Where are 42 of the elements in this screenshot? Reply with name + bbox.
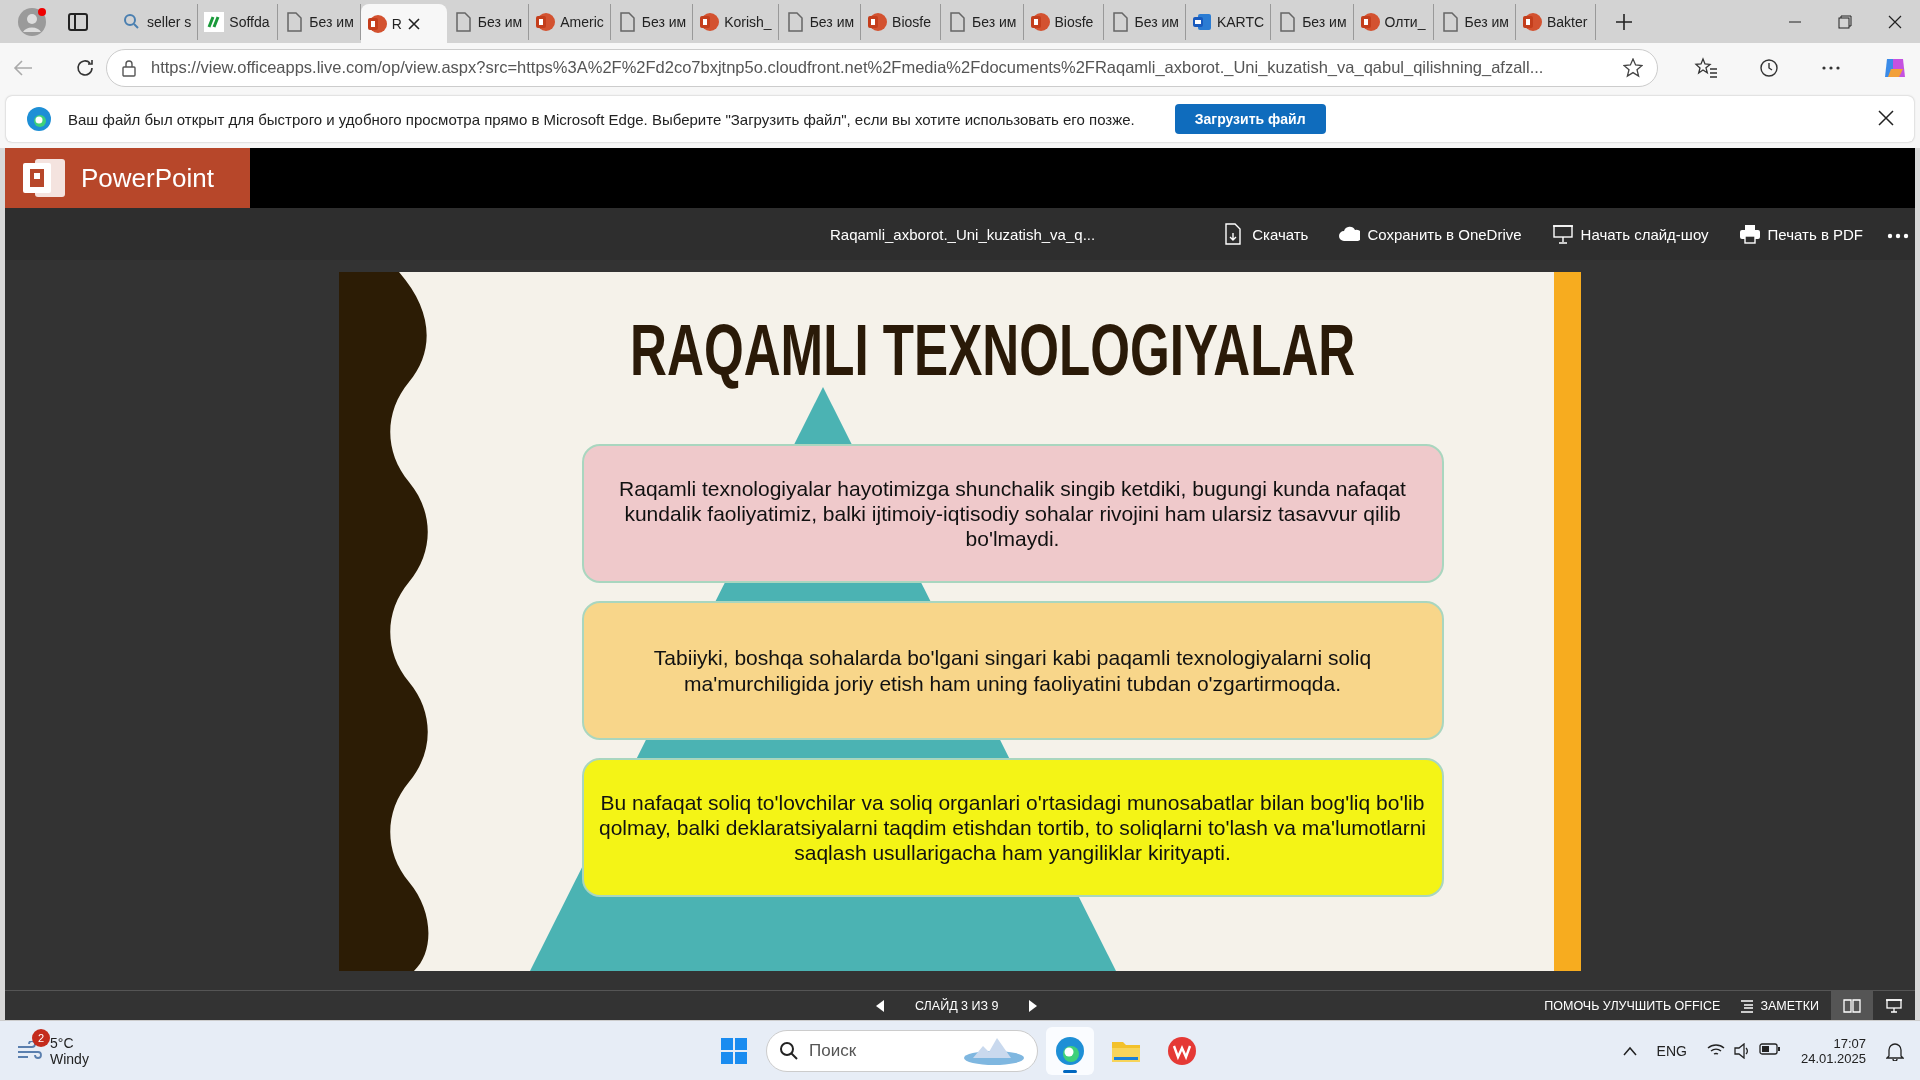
browser-tab[interactable]: Без им — [1271, 3, 1354, 40]
clock-date[interactable]: 24.01.2025 — [1800, 1050, 1866, 1066]
browser-tab[interactable]: Soffda — [198, 3, 279, 40]
browser-tab[interactable]: seller s — [116, 3, 199, 40]
browser-tab[interactable]: Biosfe — [861, 3, 942, 40]
browser-tab[interactable]: R — [360, 3, 447, 44]
browser-tab[interactable]: Без им — [446, 3, 530, 40]
browser-tab[interactable]: Без им — [941, 3, 1024, 40]
browser-tab[interactable]: Без им — [778, 3, 862, 40]
browser-tab[interactable]: Без им — [1433, 3, 1516, 40]
browser-tab[interactable]: KARTC — [1185, 3, 1272, 40]
browser-tab[interactable]: Олти_ — [1353, 3, 1434, 40]
help-improve-link[interactable]: ПОМОЧЬ УЛУЧШИТЬ OFFICE — [1544, 998, 1721, 1013]
browser-tab[interactable]: Americ — [529, 3, 611, 40]
download-file-button[interactable]: Загрузить файл — [1174, 104, 1326, 134]
url-text: https://view.officeapps.live.com/op/view.aspx?src=https%3A%2F%2Fd2co7bxjtnp5o.cloudfront.net%2Fmedia%2Fdocuments%2FRaqamli_axborot._Uni_kuzatish_va_qabul_qilishning_afzall... — [151, 58, 1545, 77]
notes-button[interactable]: ЗАМЕТКИ — [1740, 998, 1819, 1013]
address-bar[interactable]: https://view.officeapps.live.com/op/view.aspx?src=https%3A%2F%2Fd2co7bxjtnp5o.cloudfront.net%2Fmedia%2Fdocuments%2FRaqamli_axborot._Uni_kuzatish_va_qabul_qilishning_afzall... — [106, 48, 1658, 87]
search-placeholder: Поиск — [809, 1041, 858, 1061]
slideshow-button[interactable]: Начать слайд-шоу — [1551, 223, 1709, 245]
browser-tab[interactable]: Без им — [278, 3, 361, 40]
text-block: Tabiiyki, boshqa sohalarda bo'lgani singari kabi paqamli texnologiyalarni soliq ma'murchiligida joriy etish ham uning faoliyatini tubdan o'zgartirmoqda. — [581, 601, 1444, 740]
taskbar-search-field[interactable]: Поиск — [766, 1030, 1038, 1072]
browser-tab[interactable]: Без им — [1103, 3, 1186, 40]
print-button[interactable]: Печать в PDF — [1738, 223, 1864, 245]
language-indicator[interactable]: ENG — [1656, 1042, 1687, 1059]
browser-tab[interactable]: Bakter — [1515, 3, 1596, 40]
download-button[interactable]: Скачать — [1223, 223, 1309, 245]
info-message: Ваш файл был открыт для быстрого и удобного просмотра прямо в Microsoft Edge. Выберите "Загрузить файл", если вы хотите использовать его позже. — [68, 110, 1135, 128]
text-block: Raqamli texnologiyalar hayotimizga shunchalik singib ketdiki, bugungi kunda nafaqat kundalik faoliyatimiz, balki ijtimoiy-iqtisodiy sohalar rivojini ham ularsiz tasavvur qilib bo'lmaydi. — [581, 444, 1444, 583]
browser-tab[interactable]: Biosfe — [1023, 3, 1104, 40]
cloud-button[interactable]: Сохранить в OneDrive — [1338, 223, 1522, 245]
browser-tab[interactable]: Korish_ — [693, 3, 779, 40]
notification-badge: 2 — [32, 1028, 50, 1047]
weather-condition: Windy — [50, 1050, 89, 1067]
clock-time[interactable]: 17:07 — [1833, 1035, 1866, 1051]
text-block: Bu nafaqat soliq to'lovchilar va soliq organlari o'rtasidagi munosabatlar bilan bog'liq bo'lib qolmay, balki deklaratsiyalarni taqdim etishdan tortib, to soliqlarni to'lash va ma'lumotlarni saqlash usullarigacha ham yangiliklar kirityapti. — [581, 758, 1444, 897]
temperature-text: 5°C — [50, 1034, 75, 1051]
app-name: PowerPoint — [81, 162, 214, 194]
document-title: Raqamli_axborot._Uni_kuzatish_va_q... — [830, 225, 1096, 243]
slide-counter: СЛАЙД 3 ИЗ 9 — [915, 998, 999, 1013]
browser-tab[interactable]: Без им — [610, 3, 694, 40]
